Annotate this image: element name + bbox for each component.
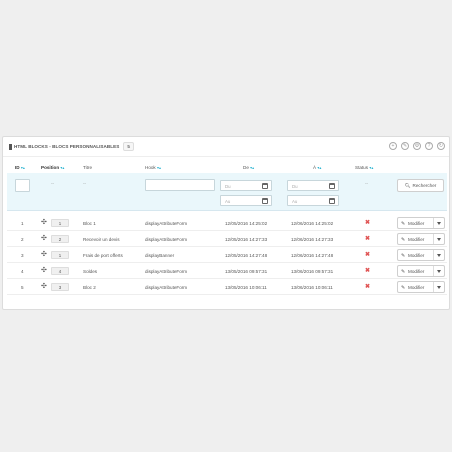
header-de[interactable]: De ▾▴ xyxy=(243,165,254,170)
drag-handle-icon[interactable]: ✣ xyxy=(41,251,47,258)
drag-handle-icon[interactable]: ✣ xyxy=(41,283,47,290)
chevron-down-icon[interactable] xyxy=(437,286,441,289)
chevron-down-icon[interactable] xyxy=(437,254,441,257)
position-filter-dash: -- xyxy=(51,181,55,186)
row-hook: displayBanner xyxy=(145,253,175,258)
refresh-icon[interactable]: ↻ xyxy=(437,142,445,150)
drag-handle-icon[interactable]: ✣ xyxy=(41,267,47,274)
header-titre: Titre xyxy=(83,165,93,170)
modify-button[interactable]: ✎ Modifier xyxy=(397,281,445,293)
a-from-date-input[interactable]: Du xyxy=(287,180,339,191)
help-icon[interactable]: ? xyxy=(425,142,433,150)
table-row[interactable]: 2 ✣ 2 Recevoir un devis displayAttribute… xyxy=(7,231,447,247)
drag-handle-icon[interactable]: ✣ xyxy=(41,235,47,242)
de-to-date-input[interactable]: Au xyxy=(220,195,272,206)
settings-icon[interactable]: ⚙ xyxy=(413,142,421,150)
row-position: 3 xyxy=(51,283,69,291)
pencil-icon: ✎ xyxy=(401,269,406,275)
modify-button[interactable]: ✎ Modifier xyxy=(397,233,445,245)
chevron-down-icon[interactable] xyxy=(437,222,441,225)
row-titre: Soldes xyxy=(83,269,98,274)
chevron-down-icon[interactable] xyxy=(437,270,441,273)
row-titre: Frais de port offerts xyxy=(83,253,123,258)
status-disabled-icon[interactable]: ✖ xyxy=(365,220,370,226)
row-titre: Bloc 2 xyxy=(83,285,96,290)
row-a: 13/06/2016 09:57:31 xyxy=(291,269,334,274)
pencil-icon: ✎ xyxy=(401,285,406,291)
panel-title-wrap: HTML BLOCKS - BLOCS PERSONNALISABLES 5 xyxy=(9,142,134,151)
row-a: 12/06/2016 14:27:33 xyxy=(291,237,334,242)
panel-heading: HTML BLOCKS - BLOCS PERSONNALISABLES 5 +… xyxy=(3,137,449,157)
status-disabled-icon[interactable]: ✖ xyxy=(365,252,370,258)
calendar-icon[interactable] xyxy=(262,198,268,204)
row-id: 1 xyxy=(21,221,24,226)
row-a: 12/06/2016 14:25:02 xyxy=(291,221,334,226)
html-blocks-panel: HTML BLOCKS - BLOCS PERSONNALISABLES 5 +… xyxy=(2,136,450,310)
pencil-icon: ✎ xyxy=(401,221,406,227)
row-de: 13/05/2016 10:06:11 xyxy=(225,285,267,290)
status-filter-dash: -- xyxy=(365,181,369,186)
hook-filter-input[interactable] xyxy=(145,179,215,191)
list-icon xyxy=(9,143,12,150)
drag-handle-icon[interactable]: ✣ xyxy=(41,219,47,226)
row-a: 12/06/2016 14:27:48 xyxy=(291,253,334,258)
edit-icon[interactable]: ✎ xyxy=(401,142,409,150)
header-a[interactable]: À ▾▴ xyxy=(313,165,321,170)
search-icon: 🔍︎ xyxy=(404,182,411,188)
count-badge: 5 xyxy=(123,142,134,151)
header-hook[interactable]: Hook ▾▴ xyxy=(145,165,161,170)
pencil-icon: ✎ xyxy=(401,237,406,243)
calendar-icon[interactable] xyxy=(329,183,335,189)
row-hook: displayAttributeForm xyxy=(145,269,188,274)
row-position: 2 xyxy=(51,235,69,243)
row-de: 12/05/2016 14:27:33 xyxy=(225,237,268,242)
row-a: 13/06/2016 10:06:11 xyxy=(291,285,333,290)
modify-button[interactable]: ✎ Modifier xyxy=(397,265,445,277)
de-from-date-input[interactable]: Du xyxy=(220,180,272,191)
add-icon[interactable]: + xyxy=(389,142,397,150)
row-titre: Recevoir un devis xyxy=(83,237,120,242)
table-row[interactable]: 3 ✣ 1 Frais de port offerts displayBanne… xyxy=(7,247,447,263)
row-position: 1 xyxy=(51,251,69,259)
row-id: 5 xyxy=(21,285,24,290)
row-hook: displayAttributeForm xyxy=(145,285,188,290)
row-id: 4 xyxy=(21,269,24,274)
header-position[interactable]: Position ▾▴ xyxy=(41,165,64,170)
calendar-icon[interactable] xyxy=(262,183,268,189)
row-id: 2 xyxy=(21,237,24,242)
id-filter-input[interactable] xyxy=(15,179,30,192)
row-hook: displayAttributeForm xyxy=(145,221,188,226)
search-button[interactable]: 🔍︎ Rechercher xyxy=(397,179,444,192)
modify-button[interactable]: ✎ Modifier xyxy=(397,249,445,261)
row-position: 1 xyxy=(51,219,69,227)
header-id[interactable]: ID ▾▴ xyxy=(15,165,25,170)
table-row[interactable]: 1 ✣ 1 Bloc 1 displayAttributeForm 12/05/… xyxy=(7,215,447,231)
panel-title: HTML BLOCKS - BLOCS PERSONNALISABLES xyxy=(14,144,120,149)
chevron-down-icon[interactable] xyxy=(437,238,441,241)
row-id: 3 xyxy=(21,253,24,258)
status-disabled-icon[interactable]: ✖ xyxy=(365,268,370,274)
row-hook: displayAttributeForm xyxy=(145,237,188,242)
panel-toolbar: + ✎ ⚙ ? ↻ xyxy=(389,142,445,150)
row-position: 4 xyxy=(51,267,69,275)
titre-filter-dash: -- xyxy=(83,181,87,186)
status-disabled-icon[interactable]: ✖ xyxy=(365,284,370,290)
table-row[interactable]: 4 ✣ 4 Soldes displayAttributeForm 13/05/… xyxy=(7,263,447,279)
status-disabled-icon[interactable]: ✖ xyxy=(365,236,370,242)
row-de: 13/05/2016 09:57:31 xyxy=(225,269,268,274)
row-de: 12/05/2016 14:27:48 xyxy=(225,253,268,258)
pencil-icon: ✎ xyxy=(401,253,406,259)
calendar-icon[interactable] xyxy=(329,198,335,204)
table-row[interactable]: 5 ✣ 3 Bloc 2 displayAttributeForm 13/05/… xyxy=(7,279,447,295)
row-titre: Bloc 1 xyxy=(83,221,96,226)
row-de: 12/05/2016 14:25:02 xyxy=(225,221,268,226)
header-status[interactable]: Status ▾▴ xyxy=(355,165,373,170)
modify-button[interactable]: ✎ Modifier xyxy=(397,217,445,229)
a-to-date-input[interactable]: Au xyxy=(287,195,339,206)
